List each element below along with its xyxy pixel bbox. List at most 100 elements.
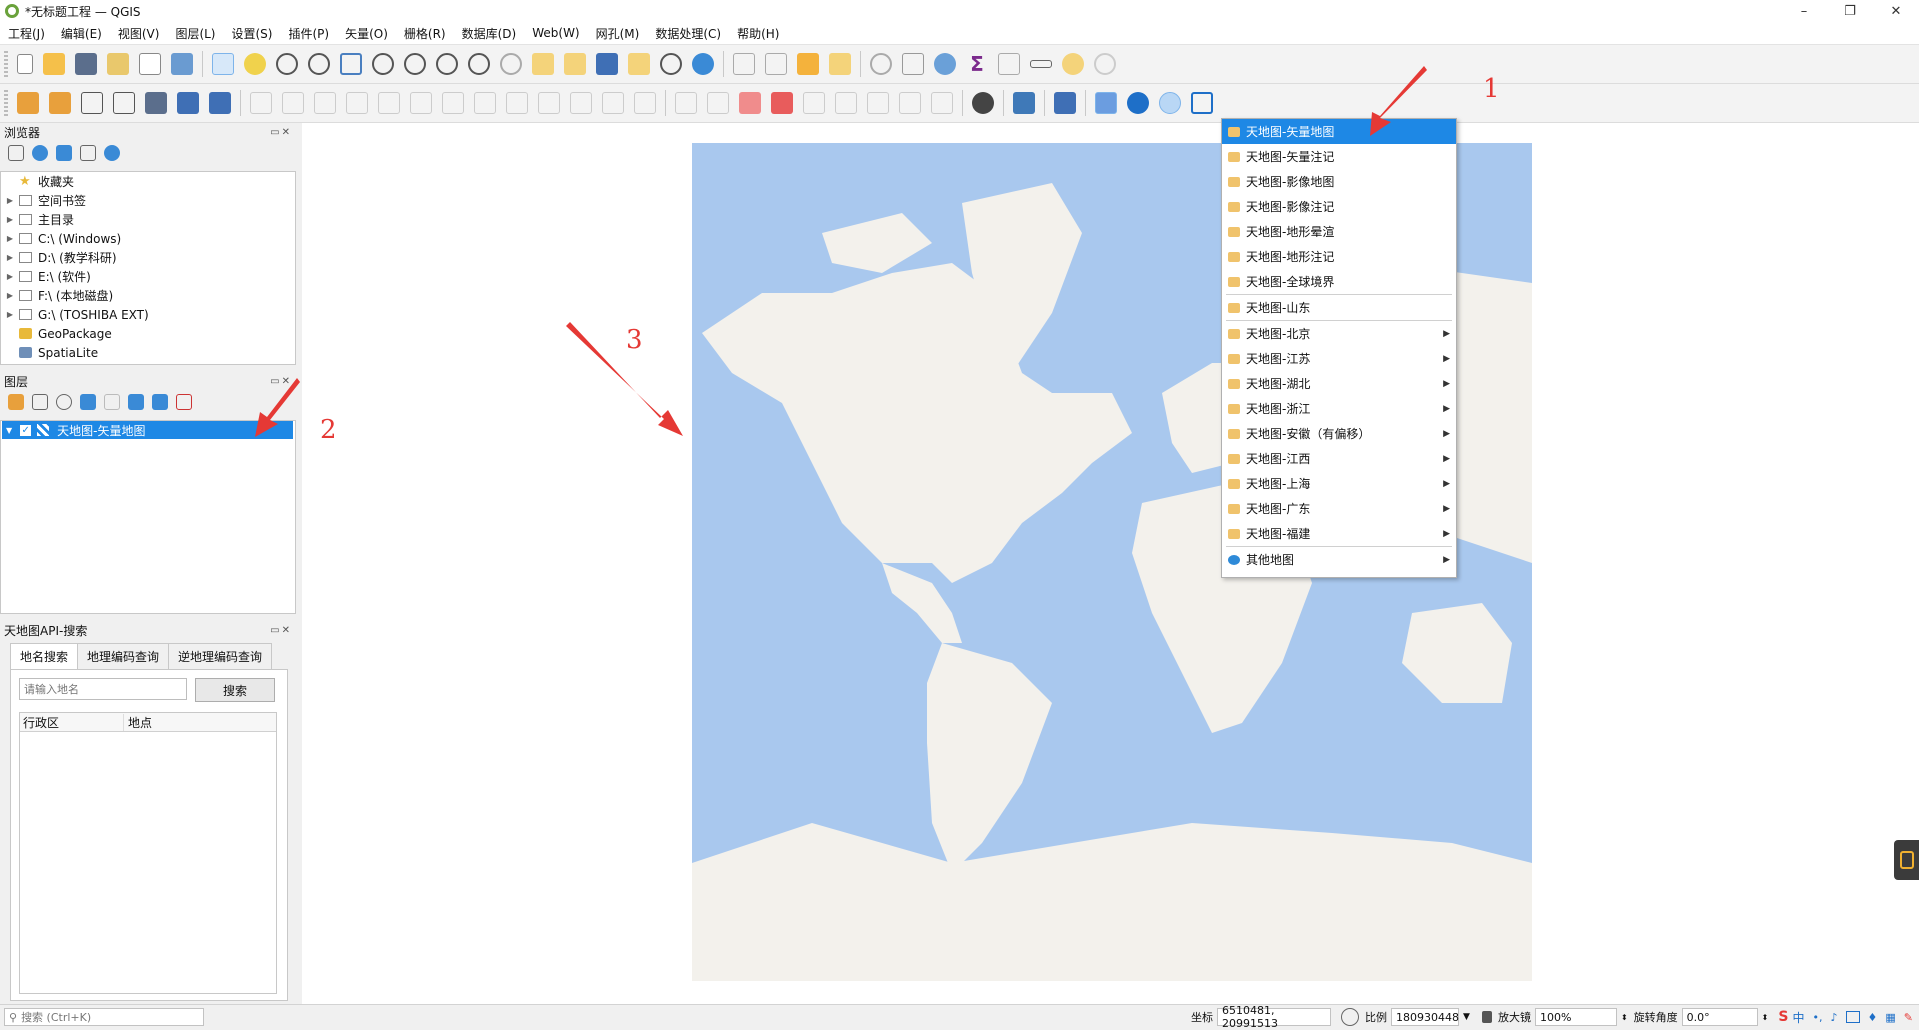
- tab-geocode[interactable]: 地理编码查询: [77, 643, 170, 669]
- menu-mesh[interactable]: 网孔(M): [588, 25, 648, 42]
- zoom-full-icon[interactable]: [340, 53, 362, 75]
- open-project-icon[interactable]: [43, 53, 65, 75]
- layer-item-tianditu-vector[interactable]: ▼ ✓ 天地图-矢量地图: [2, 421, 293, 439]
- measure-icon[interactable]: [1030, 60, 1052, 68]
- new-bookmark-icon[interactable]: [532, 53, 554, 75]
- column-header-district[interactable]: 行政区: [20, 713, 124, 731]
- menu-item-tianditu-fujian[interactable]: 天地图-福建 ▶: [1222, 521, 1456, 546]
- menu-database[interactable]: 数据库(D): [454, 25, 525, 42]
- layer-checkbox[interactable]: ✓: [20, 424, 32, 436]
- deselect-icon[interactable]: [765, 53, 787, 75]
- fullscreen-icon[interactable]: [1191, 92, 1213, 114]
- menu-item-tianditu-vector-label[interactable]: 天地图-矢量注记: [1222, 144, 1456, 169]
- toolbox-icon[interactable]: ▦: [1885, 1011, 1895, 1024]
- locator-icon[interactable]: [1094, 53, 1116, 75]
- ime-settings-icon[interactable]: ✎: [1904, 1011, 1913, 1024]
- menu-item-tianditu-image[interactable]: 天地图-影像地图: [1222, 169, 1456, 194]
- settings-gear-icon[interactable]: [1127, 92, 1149, 114]
- temporal-icon[interactable]: [596, 53, 618, 75]
- scale-field[interactable]: 180930448: [1391, 1008, 1460, 1026]
- label-highlight-icon[interactable]: [771, 92, 793, 114]
- menu-edit[interactable]: 编辑(E): [53, 25, 110, 42]
- menu-item-tianditu-jiangxi[interactable]: 天地图-江西 ▶: [1222, 446, 1456, 471]
- save-edits-icon[interactable]: [314, 92, 336, 114]
- change-label-icon[interactable]: [867, 92, 889, 114]
- menu-item-tianditu-image-label[interactable]: 天地图-影像注记: [1222, 194, 1456, 219]
- menu-item-tianditu-guangdong[interactable]: 天地图-广东 ▶: [1222, 496, 1456, 521]
- zoom-in-icon[interactable]: [276, 53, 298, 75]
- menu-item-tianditu-terrain-label[interactable]: 天地图-地形注记: [1222, 244, 1456, 269]
- remove-layer-icon[interactable]: [176, 394, 192, 410]
- browser-item-spatialite[interactable]: SpatiaLite: [1, 343, 295, 362]
- paste-icon[interactable]: [570, 92, 592, 114]
- menu-plugins[interactable]: 插件(P): [280, 25, 337, 42]
- zoom-out-icon[interactable]: [308, 53, 330, 75]
- close-button[interactable]: ✕: [1873, 0, 1919, 22]
- browser-item-c-drive[interactable]: ▶ C:\ (Windows): [1, 229, 295, 248]
- refresh-icon[interactable]: [692, 53, 714, 75]
- toolbar-grip[interactable]: [4, 90, 8, 116]
- statistics-sum-icon[interactable]: Σ: [966, 53, 988, 75]
- info-icon[interactable]: [104, 145, 120, 161]
- edit-pencil-icon[interactable]: [250, 92, 272, 114]
- attribute-table-icon[interactable]: [902, 53, 924, 75]
- place-search-input[interactable]: [19, 678, 187, 700]
- magnifier-spin-icon[interactable]: ⬍: [1621, 1013, 1628, 1022]
- modify-attributes-icon[interactable]: [442, 92, 464, 114]
- skin-icon[interactable]: ♦: [1868, 1011, 1878, 1024]
- copy-icon[interactable]: [538, 92, 560, 114]
- menu-item-tianditu-shanghai[interactable]: 天地图-上海 ▶: [1222, 471, 1456, 496]
- show-bookmarks-icon[interactable]: [564, 53, 586, 75]
- zoom-selection-icon[interactable]: [372, 53, 394, 75]
- add-selected-icon[interactable]: [8, 145, 24, 161]
- redo-icon[interactable]: [634, 92, 656, 114]
- browser-item-f-drive[interactable]: ▶ F:\ (本地磁盘): [1, 286, 295, 305]
- add-wcs-icon[interactable]: [209, 92, 231, 114]
- menu-settings[interactable]: 设置(S): [224, 25, 281, 42]
- browser-item-d-drive[interactable]: ▶ D:\ (教学科研): [1, 248, 295, 267]
- map-tips-icon[interactable]: [628, 53, 650, 75]
- diagram-icon[interactable]: [739, 92, 761, 114]
- keyboard-icon[interactable]: [1845, 1011, 1860, 1023]
- delete-selected-icon[interactable]: [474, 92, 496, 114]
- move-label-icon[interactable]: [803, 92, 825, 114]
- python-console-icon[interactable]: [1013, 92, 1035, 114]
- scale-dropdown-icon[interactable]: ▼: [1463, 1012, 1470, 1022]
- identify-icon[interactable]: [870, 53, 892, 75]
- browser-item-g-drive[interactable]: ▶ G:\ (TOSHIBA EXT): [1, 305, 295, 324]
- help-icon[interactable]: [1054, 92, 1076, 114]
- menu-item-tianditu-hubei[interactable]: 天地图-湖北 ▶: [1222, 371, 1456, 396]
- zoom-native-icon[interactable]: [436, 53, 458, 75]
- pan-to-selection-icon[interactable]: [244, 53, 266, 75]
- menu-item-tianditu-shandong[interactable]: 天地图-山东: [1222, 295, 1456, 320]
- add-vector-icon[interactable]: [49, 92, 71, 114]
- browser-item-home[interactable]: ▶ 主目录: [1, 210, 295, 229]
- coordinate-field[interactable]: 6510481, 20991513: [1217, 1004, 1332, 1030]
- locator-search-field[interactable]: ⚲ 搜索 (Ctrl+K): [4, 1008, 204, 1026]
- filter-legend-icon[interactable]: [80, 394, 96, 410]
- select-location-icon[interactable]: [829, 53, 851, 75]
- open-table-icon[interactable]: [998, 53, 1020, 75]
- add-delimited-text-icon[interactable]: [81, 92, 103, 114]
- add-spatialite-icon[interactable]: [113, 92, 135, 114]
- menu-web[interactable]: Web(W): [524, 26, 587, 40]
- expand-all-icon[interactable]: [128, 394, 144, 410]
- digitize-icon[interactable]: [346, 92, 368, 114]
- toggle-editing-icon[interactable]: [282, 92, 304, 114]
- new-project-icon[interactable]: [17, 54, 33, 74]
- expand-arrow-icon[interactable]: ▼: [6, 426, 12, 435]
- clock-icon[interactable]: [660, 53, 682, 75]
- maximize-button[interactable]: ❐: [1827, 0, 1873, 22]
- menu-item-tianditu-terrain[interactable]: 天地图-地形晕渲: [1222, 219, 1456, 244]
- collapse-all-icon[interactable]: [152, 394, 168, 410]
- save-project-icon[interactable]: [75, 53, 97, 75]
- quickmapservices-icon[interactable]: [972, 92, 994, 114]
- annotation-icon[interactable]: [1062, 53, 1084, 75]
- filter-expression-icon[interactable]: [104, 394, 120, 410]
- rotation-spin-icon[interactable]: ⬍: [1762, 1013, 1769, 1022]
- menu-raster[interactable]: 栅格(R): [396, 25, 454, 42]
- menu-item-tianditu-beijing[interactable]: 天地图-北京 ▶: [1222, 321, 1456, 346]
- select-by-value-icon[interactable]: [797, 53, 819, 75]
- processing-toolbox-icon[interactable]: [934, 53, 956, 75]
- crs-toggle-icon[interactable]: [1341, 1008, 1360, 1026]
